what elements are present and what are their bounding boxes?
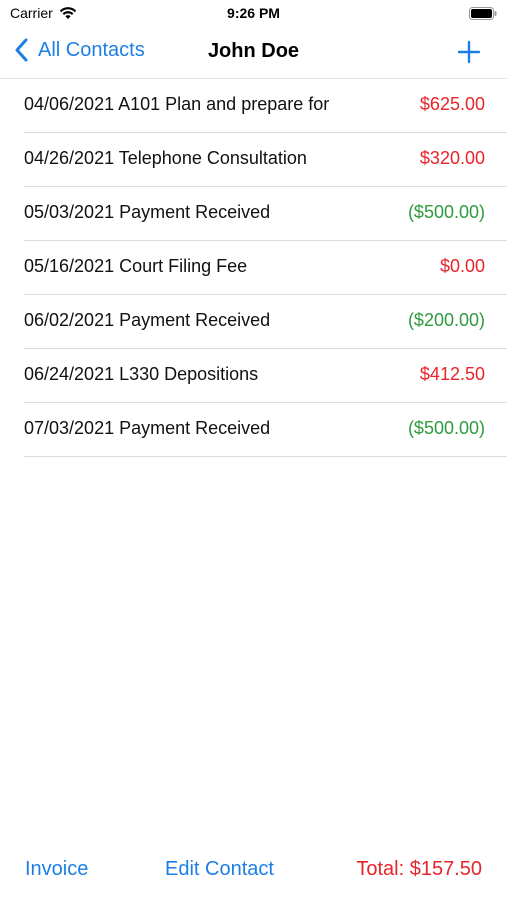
list-item[interactable]: 05/16/2021 Court Filing Fee $0.00	[24, 241, 507, 295]
list-item[interactable]: 06/02/2021 Payment Received ($200.00)	[24, 295, 507, 349]
bottom-toolbar: Invoice Edit Contact Total: $157.50	[0, 858, 507, 892]
list-item[interactable]: 04/26/2021 Telephone Consultation $320.0…	[24, 133, 507, 187]
list-item[interactable]: 05/03/2021 Payment Received ($500.00)	[24, 187, 507, 241]
entry-description: 04/06/2021 A101 Plan and prepare for	[24, 94, 330, 114]
entry-description: 04/26/2021 Telephone Consultation	[24, 148, 307, 168]
entry-amount: ($500.00)	[407, 418, 485, 438]
entry-description: 07/03/2021 Payment Received	[24, 418, 271, 438]
total-label: Total: $157.50	[356, 858, 482, 880]
entry-amount: $320.00	[419, 148, 485, 168]
edit-contact-button[interactable]: Edit Contact	[165, 858, 274, 881]
entry-amount: ($200.00)	[407, 310, 485, 330]
invoice-button[interactable]: Invoice	[25, 858, 88, 881]
plus-icon[interactable]	[457, 40, 481, 64]
status-bar: Carrier 9:26 PM	[0, 0, 507, 30]
entry-amount: ($500.00)	[407, 202, 485, 222]
entry-description: 05/16/2021 Court Filing Fee	[24, 256, 248, 276]
list-item[interactable]: 04/06/2021 A101 Plan and prepare for $62…	[24, 79, 507, 133]
navigation-bar: All Contacts John Doe	[0, 32, 507, 76]
list-item[interactable]: 07/03/2021 Payment Received ($500.00)	[24, 403, 507, 457]
entry-description: 06/24/2021 L330 Depositions	[24, 364, 259, 384]
list-item[interactable]: 06/24/2021 L330 Depositions $412.50	[24, 349, 507, 403]
entry-amount: $0.00	[439, 256, 485, 276]
page-title: John Doe	[207, 40, 300, 62]
battery-icon	[469, 7, 497, 20]
entry-description: 05/03/2021 Payment Received	[24, 202, 271, 222]
transaction-list: 04/06/2021 A101 Plan and prepare for $62…	[0, 78, 507, 457]
entry-amount: $412.50	[419, 364, 485, 384]
entry-description: 06/02/2021 Payment Received	[24, 310, 271, 330]
status-time: 9:26 PM	[227, 5, 280, 21]
entry-amount: $625.00	[419, 94, 485, 114]
